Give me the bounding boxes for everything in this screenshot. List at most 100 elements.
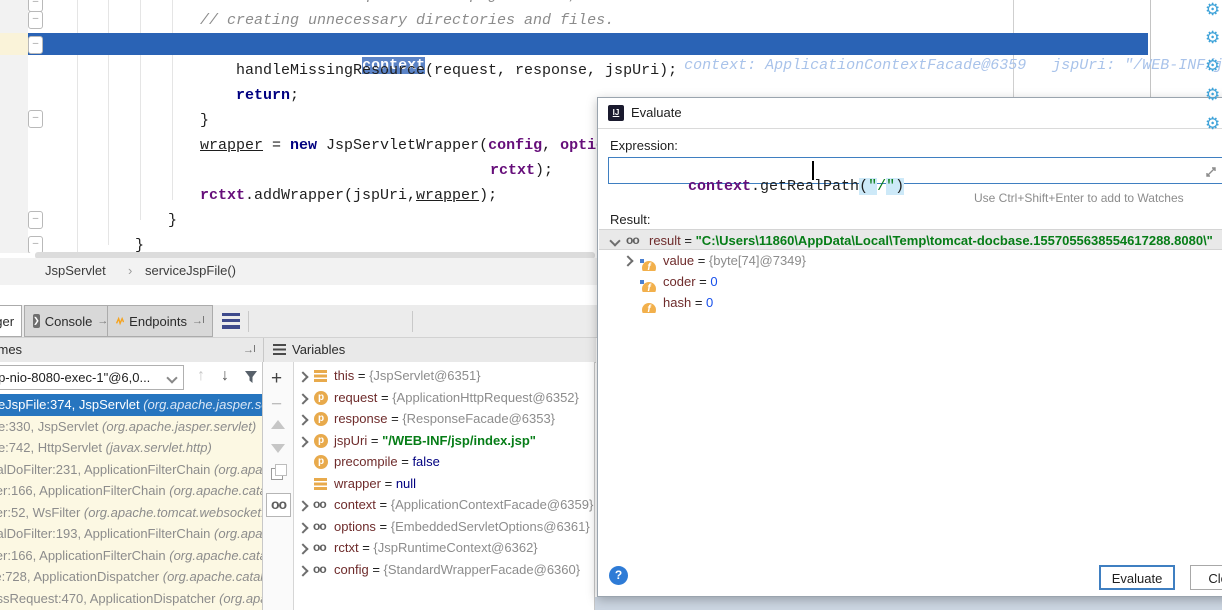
variables-panel-title: Variables (292, 342, 345, 357)
move-up-icon[interactable] (271, 420, 285, 429)
result-row[interactable]: f value = {byte[74]@7349} (599, 250, 1222, 271)
watch-icon: oo (313, 559, 326, 581)
frame-up-icon[interactable]: ↑ (197, 367, 205, 385)
background-strip (595, 597, 1222, 610)
watch-icon: oo (626, 230, 639, 250)
breadcrumb-class[interactable]: JspServlet (45, 263, 106, 278)
add-watch-icon[interactable]: + (271, 368, 282, 390)
field-icon: f (642, 261, 656, 271)
frame-row[interactable]: service:742, HttpServlet (javax.servlet.… (0, 437, 262, 459)
duplicate-icon[interactable] (271, 468, 283, 480)
breadcrumb-separator: › (128, 263, 132, 278)
help-icon[interactable]: ? (609, 566, 628, 585)
view-options-icon[interactable] (222, 313, 240, 329)
expr-context: context (688, 178, 751, 195)
expression-input[interactable]: context.getRealPath("/") (608, 157, 1222, 184)
punct: ); (535, 162, 553, 179)
frame-row[interactable]: processRequest:470, ApplicationDispatche… (0, 588, 262, 610)
text-caret (812, 161, 814, 180)
code-line-handle: handleMissingResource(request, response,… (236, 58, 677, 83)
expr-method: .getRealPath (751, 178, 859, 195)
code-text: JspServletWrapper( (317, 137, 488, 154)
frame-row[interactable]: doFilter:52, WsFilter (org.apache.tomcat… (0, 502, 262, 524)
ide-window: // Check if the requested JSP page exist… (0, 0, 1222, 610)
frame-row[interactable]: doFilter:166, ApplicationFilterChain (or… (0, 480, 262, 502)
frame-row[interactable]: serviceJspFile:374, JspServlet (org.apac… (0, 394, 262, 416)
frame-row[interactable]: internalDoFilter:193, ApplicationFilterC… (0, 523, 262, 545)
code-line-comment: // creating unnecessary directories and … (200, 8, 614, 33)
kw-new: new (290, 137, 317, 154)
gear-icon: ⚙ (1205, 0, 1220, 20)
remove-watch-icon[interactable]: − (271, 394, 282, 416)
gear-icon: ⚙ (1205, 56, 1220, 76)
dialog-titlebar[interactable]: IJ Evaluate (598, 98, 1222, 129)
fold-marker[interactable]: – (28, 110, 43, 128)
field-icon: f (642, 282, 656, 292)
code-line-wrapper: wrapper = new JspServletWrapper(config, … (200, 133, 632, 158)
expand-input-icon[interactable] (1205, 166, 1217, 178)
frame-down-icon[interactable]: ↓ (221, 367, 229, 385)
expression-label: Expression: (610, 138, 678, 153)
filter-funnel-icon[interactable] (243, 369, 259, 385)
evaluate-button[interactable]: Evaluate (1099, 565, 1175, 590)
tab-console-label: Console (45, 314, 93, 329)
fold-marker[interactable]: – (28, 211, 43, 229)
tab-debugger[interactable]: Debugger (0, 305, 22, 337)
frame-row[interactable]: invoke:728, ApplicationDispatcher (org.a… (0, 566, 262, 588)
result-row[interactable]: oo result = "C:\Users\11860\AppData\Loca… (599, 229, 1222, 250)
frame-row[interactable]: service:330, JspServlet (org.apache.jasp… (0, 416, 262, 438)
parameter-icon: p (314, 434, 328, 448)
tab-console[interactable]: ❯ Console → (24, 305, 108, 337)
watch-icon: oo (313, 537, 326, 559)
variable-row[interactable]: wrapper = null (294, 473, 594, 495)
fold-marker[interactable]: – (28, 36, 43, 54)
punct: ); (479, 187, 497, 204)
code-line-if: if (null == context.getResource(jspUri))… (200, 33, 1222, 55)
dialog-title: Evaluate (631, 105, 682, 120)
result-row[interactable]: f hash = 0 (599, 292, 1222, 313)
watch-icon: oo (313, 494, 326, 516)
code-line-brace: } (200, 108, 209, 133)
field-icon: f (642, 303, 656, 313)
frame-row[interactable]: internalDoFilter:231, ApplicationFilterC… (0, 459, 262, 481)
variable-row[interactable]: oocontext = {ApplicationContextFacade@63… (294, 494, 594, 516)
variable-row[interactable]: ooconfig = {StandardWrapperFacade@6360} (294, 559, 594, 581)
field-config: config (488, 137, 542, 154)
watch-icon: oo (313, 516, 326, 538)
tab-endpoints[interactable]: Endpoints → (107, 305, 213, 337)
pin-icon[interactable]: → (243, 345, 255, 355)
breadcrumb-method[interactable]: serviceJspFile() (145, 263, 236, 278)
variables-menu-icon[interactable] (273, 344, 286, 355)
thread-selector[interactable]: "http-nio-8080-exec-1"@6,0... (0, 365, 184, 390)
field-rctxt: rctxt (490, 162, 535, 179)
frames-panel-header: Frames → (0, 338, 263, 363)
chevron-down-icon (166, 372, 177, 383)
variable-row[interactable]: oooptions = {EmbeddedServletOptions@6361… (294, 516, 594, 538)
value-icon (314, 478, 327, 490)
endpoints-icon (116, 314, 124, 328)
gear-icon: ⚙ (1205, 114, 1220, 134)
variable-row[interactable]: oorctxt = {JspRuntimeContext@6362} (294, 537, 594, 559)
variable-row[interactable]: presponse = {ResponseFacade@6353} (294, 408, 594, 430)
variable-row[interactable]: pjspUri = "/WEB-INF/jsp/index.jsp" (294, 430, 594, 452)
field-rctxt: rctxt (200, 187, 245, 204)
close-button[interactable]: Close (1190, 565, 1222, 590)
variable-row[interactable]: this = {JspServlet@6351} (294, 365, 594, 387)
expr-paren: ) (895, 178, 904, 195)
indent-guide (172, 0, 173, 200)
result-row[interactable]: f coder = 0 (599, 271, 1222, 292)
frames-panel: "http-nio-8080-exec-1"@6,0... ↑ ↓ servic… (0, 362, 263, 610)
chevron-right-icon[interactable] (622, 255, 633, 266)
show-watches-icon[interactable]: oo (266, 493, 291, 517)
move-down-icon[interactable] (271, 444, 285, 453)
fold-marker[interactable]: – (28, 236, 43, 253)
variable-row[interactable]: prequest = {ApplicationHttpRequest@6352} (294, 387, 594, 409)
frame-row[interactable]: doFilter:166, ApplicationFilterChain (or… (0, 545, 262, 567)
value-icon (314, 370, 327, 382)
console-icon: ❯ (33, 314, 40, 328)
result-label: Result: (610, 212, 650, 227)
chevron-down-icon[interactable] (609, 235, 620, 246)
variable-row[interactable]: pprecompile = false (294, 451, 594, 473)
pin-icon[interactable]: → (192, 316, 204, 326)
fold-marker[interactable]: – (28, 11, 43, 29)
